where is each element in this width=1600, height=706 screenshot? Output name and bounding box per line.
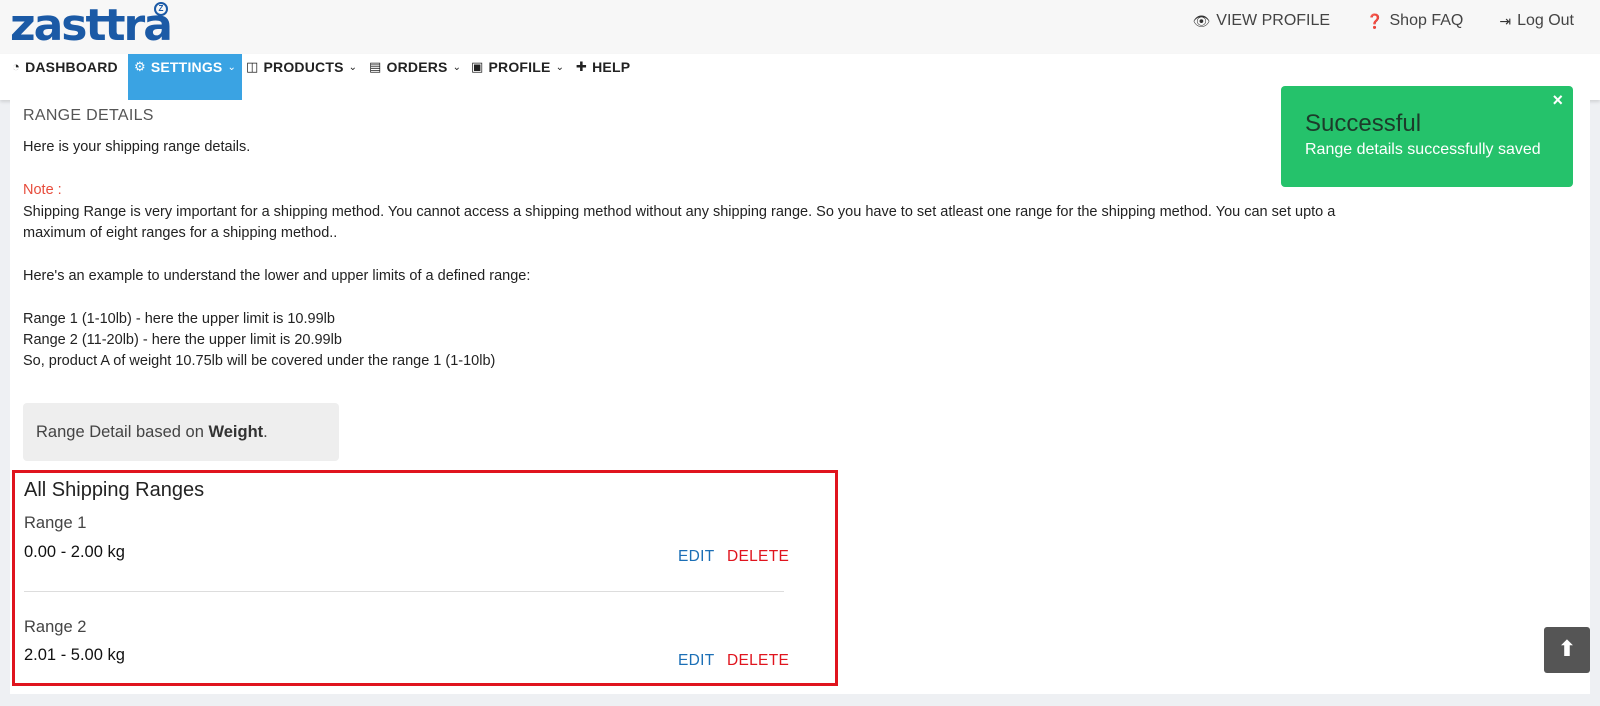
- note-line-1: Shipping Range is very important for a s…: [23, 204, 1336, 220]
- question-circle-icon: ❓: [1366, 12, 1384, 29]
- range-1-delete-button[interactable]: DELETE: [727, 548, 789, 566]
- chevron-down-icon: ⌄: [227, 62, 237, 73]
- nav-dashboard-label: DASHBOARD: [25, 59, 118, 75]
- nav-profile[interactable]: ▣ PROFILE ⌄: [471, 54, 564, 100]
- zasttra-logo[interactable]: zasttra Z: [10, 0, 173, 51]
- logo-mark-icon: Z: [154, 2, 168, 16]
- range-1-edit-button[interactable]: EDIT: [678, 548, 715, 566]
- all-shipping-ranges: All Shipping Ranges Range 1 0.00 - 2.00 …: [12, 470, 838, 686]
- basis-prefix: Range Detail based on: [36, 423, 209, 441]
- gear-icon: ⚙: [134, 59, 146, 74]
- nav-help[interactable]: ✚ HELP: [576, 54, 630, 100]
- nav-dashboard[interactable]: ◔ DASHBOARD: [12, 54, 118, 100]
- range-details-card: RANGE DETAILS Here is your shipping rang…: [10, 100, 1590, 694]
- toast-message: Range details successfully saved: [1305, 141, 1541, 158]
- nav-profile-label: PROFILE: [488, 59, 551, 75]
- view-profile-label: VIEW PROFILE: [1216, 12, 1331, 29]
- nav-products-label: PRODUCTS: [263, 59, 344, 75]
- ranges-title: All Shipping Ranges: [24, 479, 205, 501]
- basis-value: Weight: [208, 423, 264, 441]
- intro-text: Here is your shipping range details.: [23, 139, 251, 155]
- toast-title: Successful: [1305, 110, 1422, 137]
- chevron-down-icon: ⌄: [452, 62, 462, 73]
- id-card-icon: ▣: [471, 59, 484, 74]
- range-basis-box: Range Detail based on Weight.: [23, 403, 339, 461]
- range-1-value: 0.00 - 2.00 kg: [24, 543, 125, 561]
- sign-out-icon: ⇥: [1499, 12, 1512, 29]
- cube-icon: ◫: [246, 59, 259, 74]
- scroll-to-top-button[interactable]: ⬆: [1544, 627, 1590, 673]
- range-divider: [24, 591, 784, 592]
- header-links: 👁 VIEW PROFILE ❓ Shop FAQ ⇥ Log Out: [1192, 12, 1574, 30]
- log-out-link[interactable]: ⇥ Log Out: [1499, 12, 1574, 30]
- nav-products[interactable]: ◫ PRODUCTS ⌄: [246, 54, 357, 100]
- basis-suffix: .: [263, 423, 268, 441]
- top-header: zasttra Z 👁 VIEW PROFILE ❓ Shop FAQ ⇥ Lo…: [0, 0, 1600, 54]
- nav-settings[interactable]: ⚙ SETTINGS ⌄: [128, 54, 243, 101]
- nav-orders-label: ORDERS: [386, 59, 448, 75]
- view-profile-link[interactable]: 👁 VIEW PROFILE: [1192, 12, 1330, 30]
- success-toast: × Successful Range details successfully …: [1281, 86, 1573, 187]
- clipboard-icon: ▤: [369, 59, 382, 74]
- shop-faq-link[interactable]: ❓ Shop FAQ: [1366, 12, 1463, 30]
- chevron-down-icon: ⌄: [555, 62, 565, 73]
- nav-orders[interactable]: ▤ ORDERS ⌄: [369, 54, 461, 100]
- eye-icon: 👁: [1192, 12, 1211, 29]
- range-2-edit-button[interactable]: EDIT: [678, 652, 715, 670]
- example-line-2: Range 2 (11-20lb) - here the upper limit…: [23, 332, 342, 348]
- note-line-2: maximum of eight ranges for a shipping m…: [23, 225, 338, 241]
- chevron-down-icon: ⌄: [348, 62, 358, 73]
- section-title: RANGE DETAILS: [23, 107, 154, 124]
- example-line-1: Range 1 (1-10lb) - here the upper limit …: [23, 311, 335, 327]
- nav-help-label: HELP: [592, 59, 631, 75]
- range-2-name: Range 2: [24, 618, 87, 636]
- arrow-up-icon: ⬆: [1557, 636, 1577, 661]
- example-intro: Here's an example to understand the lowe…: [23, 268, 531, 284]
- close-icon[interactable]: ×: [1552, 90, 1563, 111]
- range-2-delete-button[interactable]: DELETE: [727, 652, 789, 670]
- puzzle-icon: ✚: [576, 59, 588, 74]
- example-line-3: So, product A of weight 10.75lb will be …: [23, 353, 496, 369]
- nav-settings-label: SETTINGS: [150, 59, 223, 75]
- dashboard-icon: ◔: [12, 59, 21, 74]
- shop-faq-label: Shop FAQ: [1389, 12, 1464, 29]
- note-label: Note :: [23, 182, 62, 198]
- log-out-label: Log Out: [1517, 12, 1574, 29]
- logo-wordmark: zasttra: [10, 0, 173, 51]
- range-1-name: Range 1: [24, 514, 87, 532]
- range-2-value: 2.01 - 5.00 kg: [24, 646, 125, 664]
